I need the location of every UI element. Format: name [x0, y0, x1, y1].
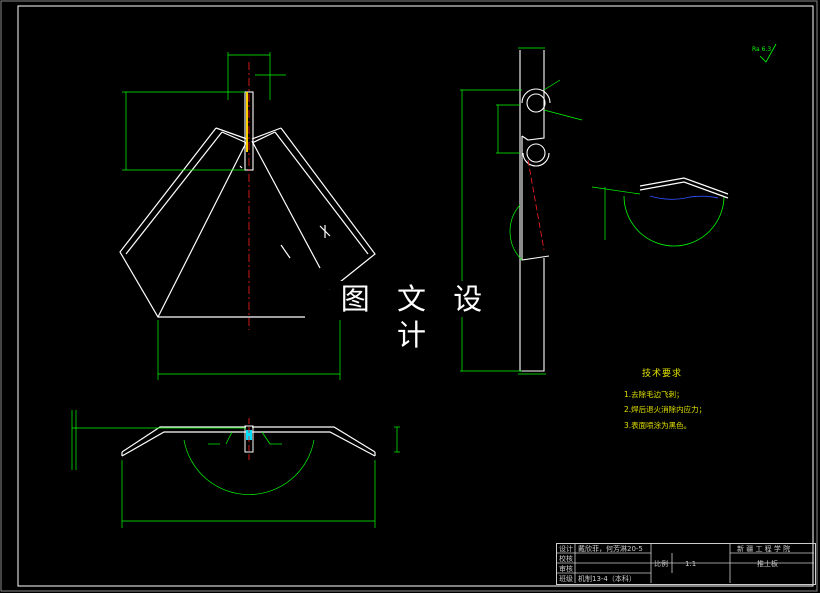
tb-row-review: 审核 — [559, 565, 573, 573]
tb-row-design: 设计 — [559, 545, 573, 553]
tech-note-3: 3.表面喷涂为黑色。 — [624, 421, 692, 430]
tb-row-class: 班级 — [559, 575, 573, 583]
roughness-label: Ra 6.3 — [752, 46, 772, 53]
tb-designer: 戴欣菲，何芳淋20-5 — [578, 545, 643, 553]
tb-row-check: 校核 — [559, 555, 573, 563]
side-view-center-line — [527, 159, 545, 251]
section-detail — [591, 177, 729, 247]
tech-requirements-title: 技术要求 — [642, 369, 683, 379]
tb-class-text: 机制13-4（本科） — [578, 575, 636, 583]
top-view-dimensions — [71, 410, 400, 528]
tb-school: 新 疆 工 程 学 院 — [737, 545, 791, 553]
title-block: 设计 校核 审核 班级 戴欣菲，何芳淋20-5 机制13-4（本科） 比例 1:… — [556, 543, 816, 585]
front-view-dimensions — [122, 52, 341, 380]
tb-scale-label: 比例 — [654, 560, 668, 568]
top-view-hub — [244, 418, 254, 460]
tech-note-1: 1.去除毛边飞刺； — [624, 390, 684, 399]
tech-note-2: 2.焊后退火消除内应力； — [624, 405, 707, 414]
side-view — [519, 50, 551, 372]
side-view-dimensions — [460, 47, 583, 375]
front-view-stem — [244, 62, 254, 330]
tb-scale-value: 1:1 — [685, 560, 697, 568]
tb-part-name: 推土板 — [757, 560, 778, 568]
watermark: 图 文 设 计 — [330, 281, 502, 352]
